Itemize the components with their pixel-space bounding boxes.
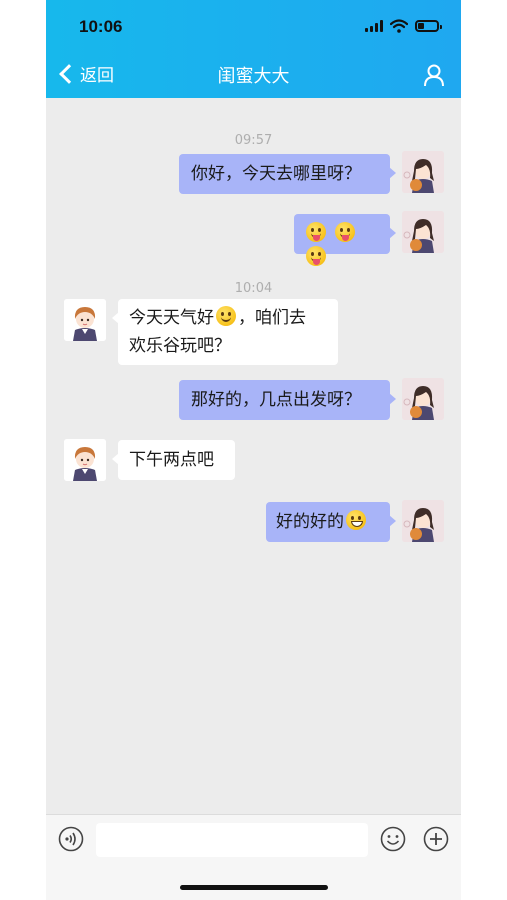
tongue-emoji-icon [306,246,326,266]
girl-avatar-icon [402,211,444,253]
message-line: 今天天气好 ，咱们去 [129,304,327,332]
signal-icon [365,20,383,32]
girl-avatar-icon [402,151,444,193]
home-indicator[interactable] [180,885,328,890]
girl-avatar-icon [64,439,106,481]
my-avatar[interactable] [402,378,444,420]
girl-avatar-icon [402,500,444,542]
message-bubble-sent[interactable]: 好的好的 [266,502,396,542]
timestamp: 09:57 [234,133,273,148]
girl-avatar-icon [402,378,444,420]
wifi-icon [390,19,408,33]
nav-bar: 返回 闺蜜大大 [46,58,461,94]
phone-screen: 10:06 返回 闺蜜大大 09:57 你好，今天去哪里呀？ 10:04 今天天… [46,0,461,900]
timestamp: 10:04 [234,281,273,296]
contact-avatar[interactable] [64,439,106,481]
message-text: 下午两点吧 [129,450,214,470]
input-bar [46,814,461,865]
emoji-icon[interactable] [380,826,406,852]
message-text: ，咱们去 [238,308,306,328]
status-icons [365,19,442,33]
top-bar: 10:06 返回 闺蜜大大 [46,0,461,98]
message-bubble-sent[interactable]: 你好，今天去哪里呀？ [179,154,396,194]
battery-icon [415,20,442,32]
message-bubble-received[interactable]: 下午两点吧 [112,440,235,480]
tongue-emoji-icon [335,222,356,242]
message-text: 好的好的 [276,512,344,532]
message-text: 你好，今天去哪里呀？ [191,164,361,184]
my-avatar[interactable] [402,500,444,542]
message-text: 今天天气好 [129,308,214,328]
smile-emoji-icon [216,306,236,326]
girl-avatar-icon [64,299,106,341]
voice-icon[interactable] [58,826,84,852]
person-icon[interactable] [423,63,445,87]
message-bubble-sent[interactable]: 那好的，几点出发呀？ [179,380,396,420]
message-line: 欢乐谷玩吧？ [129,336,231,356]
my-avatar[interactable] [402,211,444,253]
home-indicator-area [46,864,461,900]
message-input[interactable] [96,823,368,857]
message-bubble-received[interactable]: 今天天气好 ，咱们去 欢乐谷玩吧？ [112,299,338,365]
message-bubble-sent[interactable] [294,214,396,266]
chat-area[interactable]: 09:57 你好，今天去哪里呀？ 10:04 今天天气好 ，咱们去 欢乐谷玩吧？… [46,98,461,814]
tongue-emoji-icon [306,222,326,242]
plus-icon[interactable] [423,826,449,852]
status-time: 10:06 [79,17,123,36]
grin-emoji-icon [346,510,366,530]
message-text: 那好的，几点出发呀？ [191,390,361,410]
contact-avatar[interactable] [64,299,106,341]
my-avatar[interactable] [402,151,444,193]
chat-title: 闺蜜大大 [217,66,290,87]
